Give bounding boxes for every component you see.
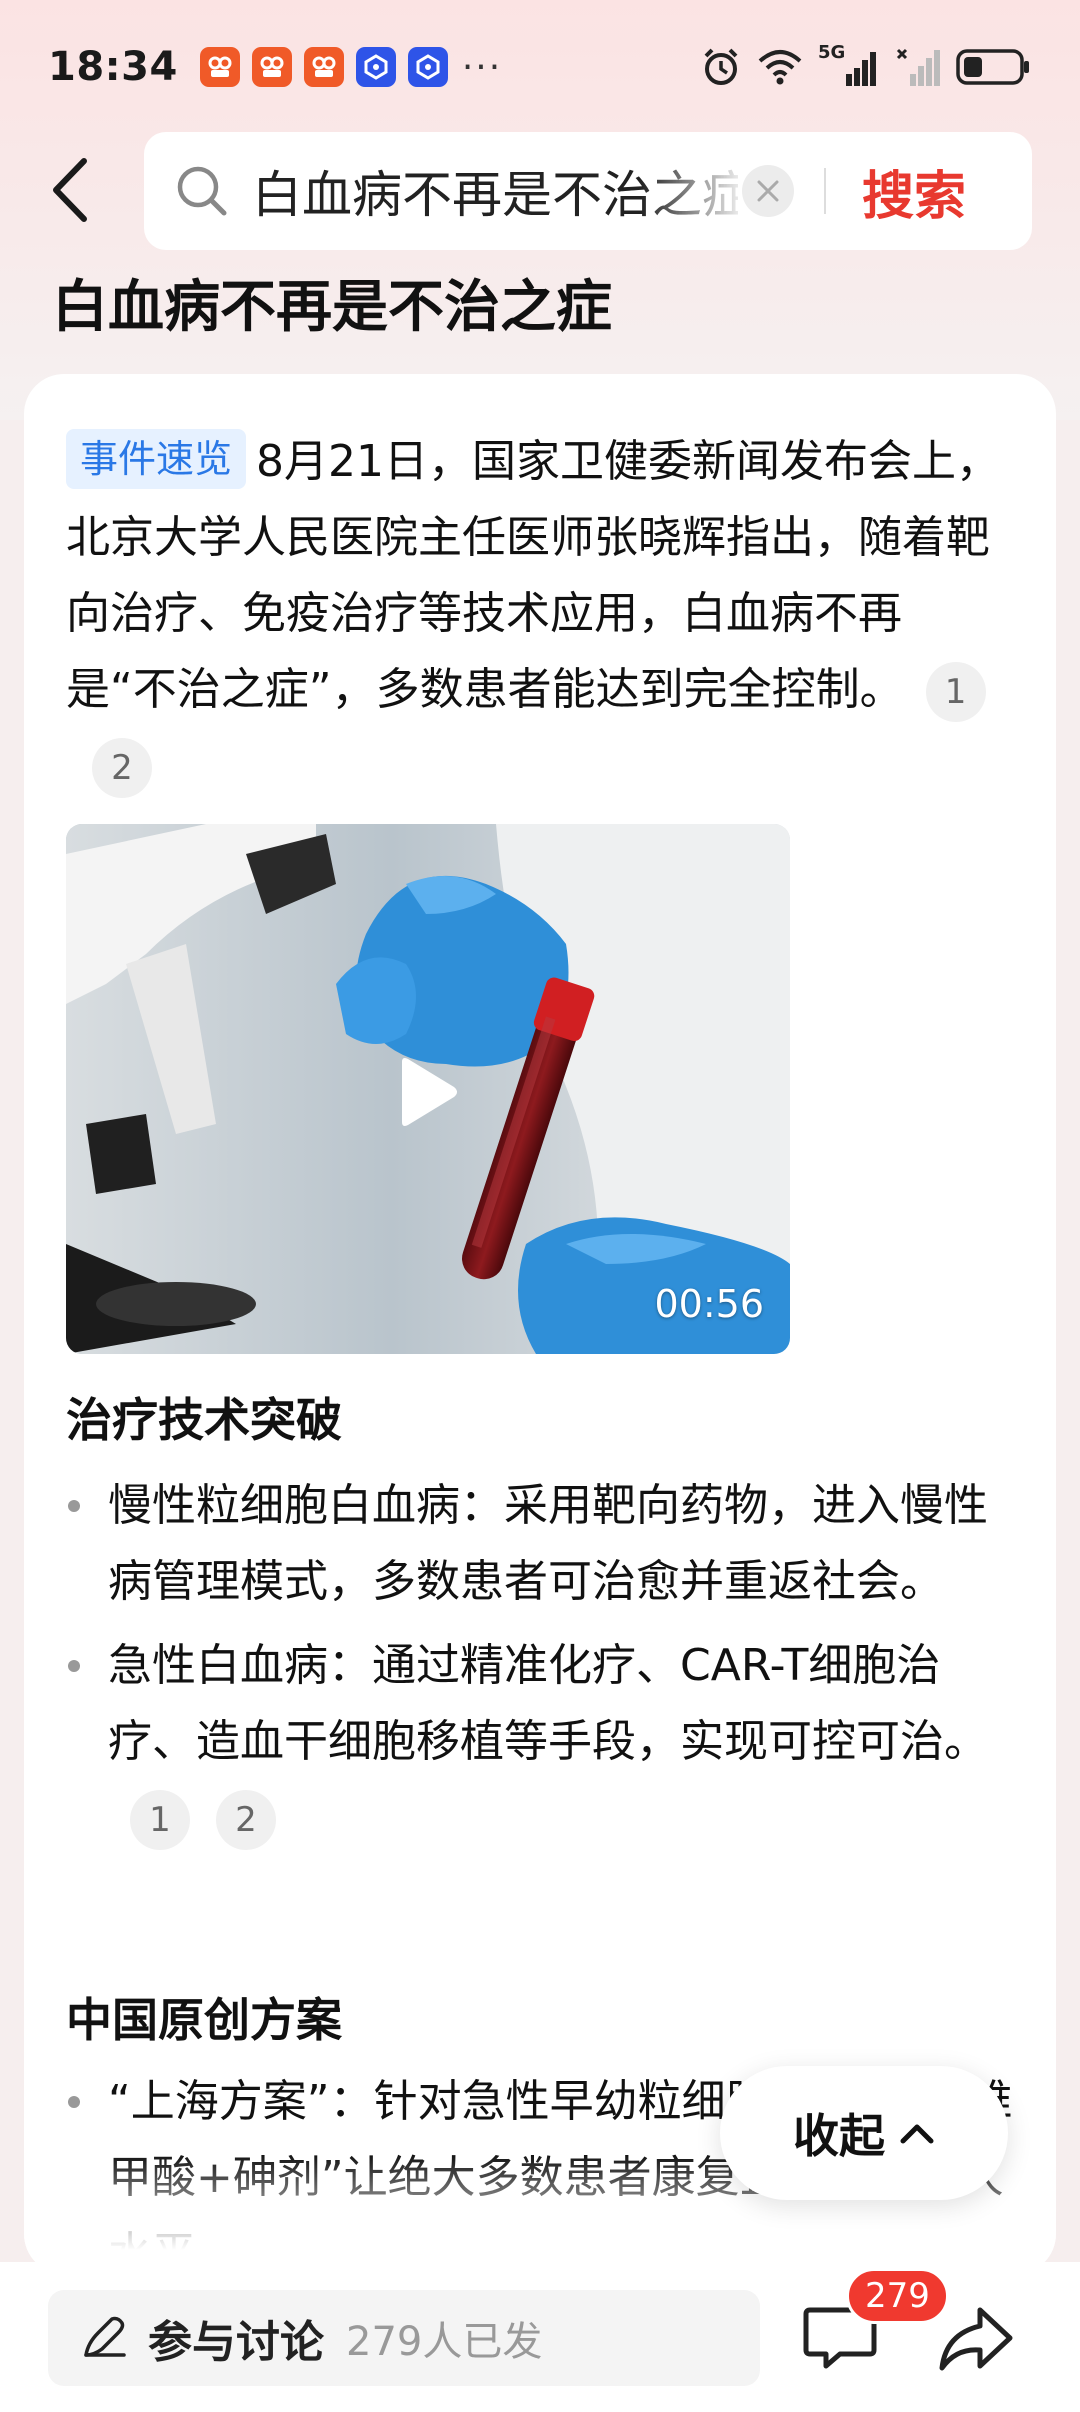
search-bar[interactable]: 白血病不再是不治之症 搜索 xyxy=(144,132,1032,250)
more-notifications-icon: ··· xyxy=(461,46,503,88)
bullet-dot xyxy=(68,1660,80,1672)
event-summary: 事件速览 8月21日，国家卫健委新闻发布会上，北京大学人民医院主任医师张晓辉指出，… xyxy=(66,424,1006,804)
search-input[interactable]: 白血病不再是不治之症 xyxy=(252,155,738,227)
comment-count-badge: 279 xyxy=(846,2268,949,2324)
wifi-icon xyxy=(758,50,802,85)
chevron-up-icon xyxy=(900,2124,934,2144)
signal-weak-icon xyxy=(896,48,940,86)
search-divider xyxy=(824,168,826,214)
cellular-signal-icon: 5G xyxy=(818,42,882,88)
page-title: 白血病不再是不治之症 xyxy=(52,275,612,340)
search-icon xyxy=(177,166,227,216)
collapse-label: 收起 xyxy=(793,2109,885,2163)
pen-icon xyxy=(84,2316,126,2357)
video-duration: 00:56 xyxy=(654,1282,764,1326)
discuss-input[interactable]: 参与讨论 279人已发 xyxy=(48,2290,760,2386)
search-submit-button[interactable]: 搜索 xyxy=(862,154,966,229)
list-item-text: 慢性粒细胞白血病：采用靶向药物，进入慢性病管理模式，多数患者可治愈并重返社会。 xyxy=(108,1480,988,1607)
list-item: 急性白血病：通过精准化疗、CAR-T细胞治疗、造血干细胞移植等手段，实现可控可治… xyxy=(66,1628,1026,1856)
app-notification-icon xyxy=(251,47,292,87)
collapse-button[interactable]: 收起 xyxy=(720,2066,1008,2200)
citation-badge[interactable]: 1 xyxy=(925,662,986,722)
battery-icon xyxy=(956,49,1029,85)
status-time: 18:34 xyxy=(48,44,178,90)
status-bar: 18:34 ··· 5G xyxy=(0,0,1080,134)
bullet-dot xyxy=(68,2096,80,2108)
app-notification-icon xyxy=(407,47,448,87)
app-notification-icon xyxy=(355,47,396,87)
back-button[interactable] xyxy=(40,150,100,230)
discuss-count: 279人已发 xyxy=(346,2319,543,2365)
event-tag: 事件速览 xyxy=(66,429,247,489)
bullet-dot xyxy=(68,1500,80,1512)
section-heading: 治疗技术突破 xyxy=(66,1393,342,1447)
clear-search-button[interactable] xyxy=(742,165,794,217)
close-icon xyxy=(757,180,779,202)
list-item-text: 急性白血病：通过精准化疗、CAR-T细胞治疗、造血干细胞移植等手段，实现可控可治… xyxy=(108,1640,988,1767)
chevron-left-icon xyxy=(53,158,87,222)
citation-badge[interactable]: 2 xyxy=(92,738,152,798)
discuss-label: 参与讨论 xyxy=(148,2317,324,2368)
status-indicators: 5G xyxy=(700,42,1032,88)
video-player[interactable]: 00:56 xyxy=(66,824,790,1354)
citation-badge[interactable]: 2 xyxy=(216,1790,276,1850)
share-icon[interactable] xyxy=(936,2300,1016,2380)
notification-icons xyxy=(199,47,448,87)
play-icon[interactable] xyxy=(384,1052,464,1132)
list-item: 慢性粒细胞白血病：采用靶向药物，进入慢性病管理模式，多数患者可治愈并重返社会。 xyxy=(66,1468,1026,1620)
app-notification-icon xyxy=(199,47,240,87)
alarm-icon xyxy=(704,48,738,85)
citation-badge[interactable]: 1 xyxy=(130,1790,190,1850)
ai-summary-card: 事件速览 8月21日，国家卫健委新闻发布会上，北京大学人民医院主任医师张晓辉指出，… xyxy=(24,374,1056,2274)
section-bullet-list: 慢性粒细胞白血病：采用靶向药物，进入慢性病管理模式，多数患者可治愈并重返社会。 … xyxy=(66,1468,1026,1864)
app-notification-icon xyxy=(303,47,344,87)
section-heading: 中国原创方案 xyxy=(66,1993,342,2047)
